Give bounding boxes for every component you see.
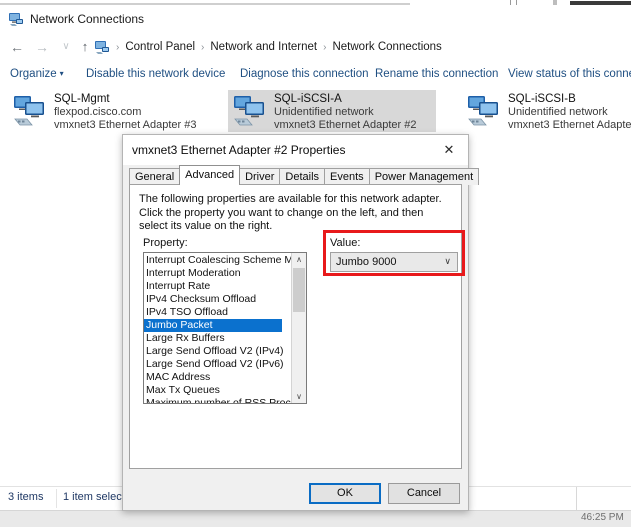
back-arrow-icon[interactable]: ← [8,38,26,56]
tab-general[interactable]: General [129,168,181,185]
connection-text-sql-iscsi-b: SQL-iSCSI-B Unidentified network vmxnet3… [508,92,631,132]
value-dropdown[interactable]: Jumbo 9000 ∨ [330,252,458,272]
network-adapter-icon [232,94,268,128]
ok-button[interactable]: OK [309,483,381,504]
minimize-button[interactable] [510,0,511,5]
organize-menu[interactable]: Organize ▾ [10,61,64,87]
dialog-tabs: General Advanced Driver Details Events P… [129,165,480,185]
breadcrumb[interactable]: › Control Panel › Network and Internet ›… [94,36,444,58]
command-bar: Organize ▾ Disable this network device Di… [0,61,631,88]
connection-text-sql-mgmt: SQL-Mgmt flexpod.cisco.com vmxnet3 Ether… [54,92,196,132]
property-item-ipv4-tso-offload[interactable]: IPv4 TSO Offload [144,306,306,319]
connection-network: Unidentified network [508,106,608,118]
network-adapter-icon [466,94,502,128]
connection-network: Unidentified network [274,106,374,118]
window-edge-decoration [570,1,631,5]
connection-name: SQL-Mgmt [54,93,110,105]
network-adapter-icon [12,94,48,128]
connection-item-sql-iscsi-b[interactable]: SQL-iSCSI-B Unidentified network vmxnet3… [462,90,631,132]
tab-driver[interactable]: Driver [239,168,281,185]
close-button[interactable] [553,0,557,5]
connection-item-sql-mgmt[interactable]: SQL-Mgmt flexpod.cisco.com vmxnet3 Ether… [8,90,223,132]
value-dropdown-selected: Jumbo 9000 [336,256,397,268]
connection-text-sql-iscsi-a: SQL-iSCSI-A Unidentified network vmxnet3… [274,92,416,132]
chevron-down-icon: ∨ [444,256,451,266]
close-icon[interactable]: ✕ [430,135,468,164]
status-divider [56,489,57,508]
property-item-max-tx-queues[interactable]: Max Tx Queues [144,384,306,397]
disable-network-device-button[interactable]: Disable this network device [86,61,225,87]
connection-adapter: vmxnet3 Ethernet Adapter [508,119,631,131]
breadcrumb-item-control-panel[interactable]: Control Panel [123,41,197,53]
breadcrumb-separator-1: › [201,41,205,53]
property-listbox[interactable]: Interrupt Coalescing Scheme Mode Interru… [143,252,307,404]
scroll-down-icon[interactable]: ∨ [292,390,306,403]
window-title-bar: Network Connections [0,6,631,33]
up-arrow-icon[interactable]: ↑ [76,38,94,56]
connection-item-sql-iscsi-a[interactable]: SQL-iSCSI-A Unidentified network vmxnet3… [228,90,436,132]
breadcrumb-item-network-connections[interactable]: Network Connections [330,41,443,53]
connection-name: SQL-iSCSI-B [508,93,576,105]
tray-clock[interactable]: 46:25 PM [581,512,624,523]
connection-adapter: vmxnet3 Ethernet Adapter #2 [274,119,417,131]
property-item-interrupt-rate[interactable]: Interrupt Rate [144,280,306,293]
status-selection-count: 1 item selecte [63,491,131,503]
status-item-count: 3 items [8,491,44,503]
property-list: Interrupt Coalescing Scheme Mode Interru… [144,253,306,403]
property-item-large-rx-buffers[interactable]: Large Rx Buffers [144,332,306,345]
scrollbar-thumb[interactable] [293,268,305,312]
connection-name: SQL-iSCSI-A [274,93,342,105]
property-label: Property: [143,237,188,249]
property-item-interrupt-moderation[interactable]: Interrupt Moderation [144,267,306,280]
maximize-button[interactable] [516,0,517,5]
rename-connection-button[interactable]: Rename this connection [375,61,498,87]
property-item-large-send-offload-v2-ipv6[interactable]: Large Send Offload V2 (IPv6) [144,358,306,371]
window-tab-strip [0,3,410,5]
value-label: Value: [330,237,361,249]
adapter-properties-dialog: vmxnet3 Ethernet Adapter #2 Properties ✕… [122,134,480,511]
breadcrumb-separator-0: › [116,41,120,53]
forward-arrow-icon[interactable]: → [33,38,51,56]
property-item-mac-address[interactable]: MAC Address [144,371,306,384]
property-item-interrupt-coalescing-scheme-mode[interactable]: Interrupt Coalescing Scheme Mode [144,254,306,267]
tab-advanced[interactable]: Advanced [179,165,241,185]
tab-details[interactable]: Details [279,168,326,185]
address-bar: ← → ∨ ↑ › Control Panel › Network and In… [0,33,631,62]
breadcrumb-item-network-and-internet[interactable]: Network and Internet [208,41,319,53]
connection-adapter: vmxnet3 Ethernet Adapter #3 [54,119,197,131]
property-list-scrollbar[interactable]: ∧ ∨ [291,253,306,403]
organize-label: Organize [10,68,57,81]
tab-events[interactable]: Events [324,168,370,185]
breadcrumb-separator-2: › [323,41,327,53]
cancel-button[interactable]: Cancel [388,483,460,504]
property-item-maximum-number-of-rss-processors[interactable]: Maximum number of RSS Processo [144,397,306,403]
property-item-jumbo-packet[interactable]: Jumbo Packet [144,319,282,332]
taskbar [0,510,631,527]
breadcrumb-network-icon [94,39,110,55]
network-connections-icon [8,11,24,27]
recent-locations-icon[interactable]: ∨ [57,38,75,56]
connection-network: flexpod.cisco.com [54,106,142,118]
dialog-title-bar: vmxnet3 Ethernet Adapter #2 Properties ✕ [123,135,468,165]
property-item-large-send-offload-v2-ipv4[interactable]: Large Send Offload V2 (IPv4) [144,345,306,358]
chevron-down-icon: ▾ [59,69,64,78]
panel-description: The following properties are available f… [139,193,442,232]
tab-power-management[interactable]: Power Management [368,168,480,185]
window-title: Network Connections [30,12,145,26]
advanced-tab-panel: The following properties are available f… [129,184,465,469]
diagnose-connection-button[interactable]: Diagnose this connection [240,61,369,87]
dialog-title: vmxnet3 Ethernet Adapter #2 Properties [132,143,346,157]
property-item-ipv4-checksum-offload[interactable]: IPv4 Checksum Offload [144,293,306,306]
scroll-up-icon[interactable]: ∧ [292,253,306,266]
view-status-button[interactable]: View status of this connec [508,61,631,87]
tray-divider [576,487,577,511]
